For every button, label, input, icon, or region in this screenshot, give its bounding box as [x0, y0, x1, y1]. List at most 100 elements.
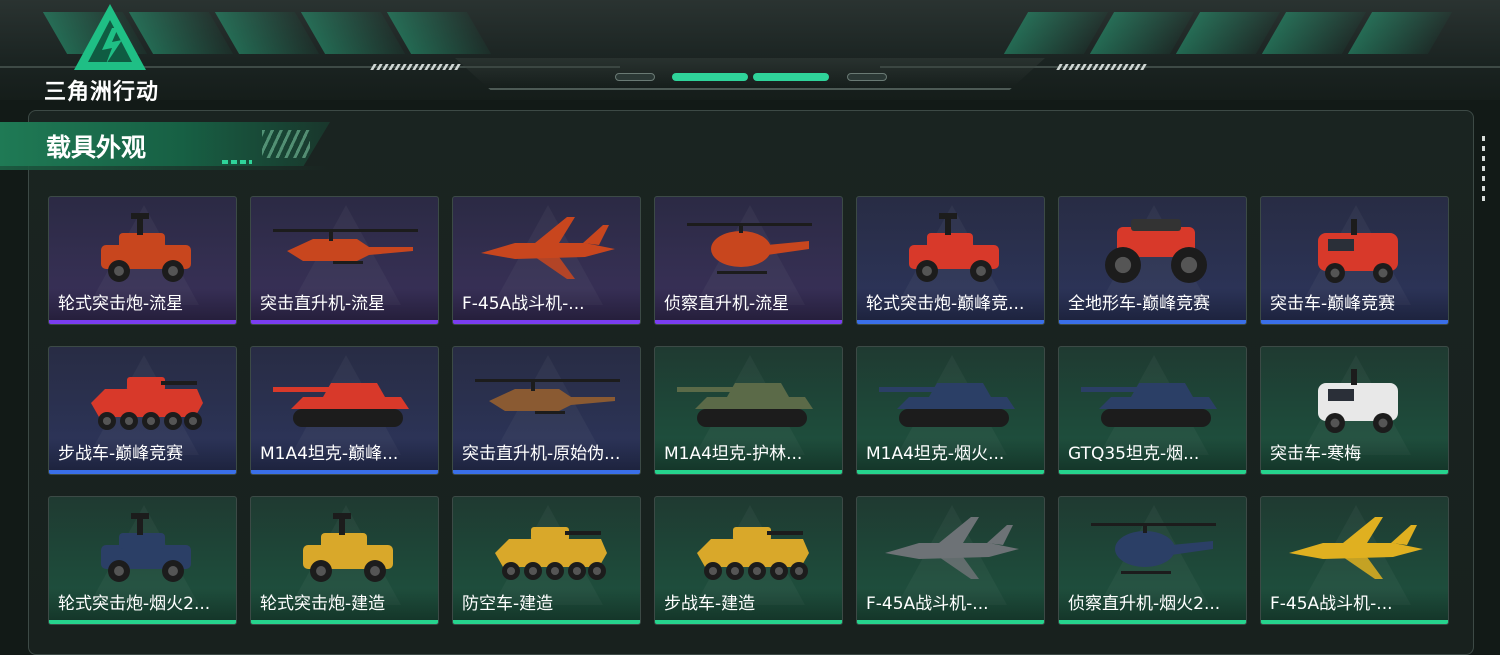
skin-card-label: 侦察直升机-烟火2...: [1059, 588, 1246, 620]
skin-card[interactable]: 步战车-巅峰竞赛: [48, 346, 237, 475]
header-center-frame: [455, 58, 1045, 90]
skin-card-label: 轮式突击炮-烟火2...: [49, 588, 236, 620]
wheeled-assault-gun-icon: [101, 513, 191, 582]
header-ticks-right: [1056, 64, 1147, 70]
skin-card[interactable]: 突击直升机-流星: [250, 196, 439, 325]
skin-card[interactable]: 轮式突击炮-烟火2...: [48, 496, 237, 625]
skin-card[interactable]: 轮式突击炮-巅峰竞...: [856, 196, 1045, 325]
skin-card-label: 防空车-建造: [453, 588, 640, 620]
skin-card-label: 轮式突击炮-流星: [49, 288, 236, 320]
logo-triangle-icon: [74, 4, 146, 70]
skin-card-label: F-45A战斗机-...: [857, 588, 1044, 620]
rarity-bar: [453, 470, 640, 474]
skin-card[interactable]: 轮式突击炮-流星: [48, 196, 237, 325]
rarity-bar: [857, 470, 1044, 474]
ifv-icon: [697, 527, 809, 580]
skin-card-label: 步战车-巅峰竞赛: [49, 438, 236, 470]
skin-card[interactable]: 步战车-建造: [654, 496, 843, 625]
header-stripes-right: [1003, 12, 1453, 54]
page-indicator-1[interactable]: [615, 73, 655, 81]
assault-vehicle-icon: [1318, 369, 1398, 433]
rarity-bar: [655, 620, 842, 624]
skin-card-label: M1A4坦克-护林...: [655, 438, 842, 470]
skin-card[interactable]: 侦察直升机-烟火2...: [1058, 496, 1247, 625]
rarity-bar: [453, 320, 640, 324]
fighter-jet-icon: [885, 517, 1019, 579]
title-accent: [222, 160, 252, 164]
wheeled-assault-gun-icon: [101, 213, 191, 282]
section-title: 载具外观: [46, 133, 147, 162]
fighter-jet-icon: [1289, 517, 1423, 579]
rarity-bar: [49, 620, 236, 624]
skin-card[interactable]: 突击直升机-原始伪...: [452, 346, 641, 475]
skin-card-label: 侦察直升机-流星: [655, 288, 842, 320]
game-logo: 三角洲行动: [44, 2, 172, 105]
rarity-bar: [49, 320, 236, 324]
skin-card[interactable]: 轮式突击炮-建造: [250, 496, 439, 625]
page-indicator-2[interactable]: [672, 73, 748, 81]
top-header: [0, 0, 1500, 100]
scroll-indicator[interactable]: [1482, 136, 1485, 201]
tank-icon: [879, 383, 1015, 427]
ifv-icon: [495, 527, 607, 580]
skin-card[interactable]: 突击车-巅峰竞赛: [1260, 196, 1449, 325]
skin-card[interactable]: 侦察直升机-流星: [654, 196, 843, 325]
rarity-bar: [1059, 320, 1246, 324]
attack-helicopter-icon: [273, 229, 418, 264]
skin-card-label: F-45A战斗机-...: [1261, 588, 1448, 620]
skin-card-label: M1A4坦克-巅峰...: [251, 438, 438, 470]
rarity-bar: [453, 620, 640, 624]
attack-helicopter-icon: [475, 379, 620, 414]
wheeled-assault-gun-icon: [303, 513, 393, 582]
fighter-jet-icon: [481, 217, 615, 279]
tank-icon: [677, 383, 813, 427]
rarity-bar: [1059, 620, 1246, 624]
rarity-bar: [1261, 470, 1448, 474]
skin-card-label: GTQ35坦克-烟...: [1059, 438, 1246, 470]
skin-card[interactable]: M1A4坦克-护林...: [654, 346, 843, 475]
skin-card-label: 突击车-寒梅: [1261, 438, 1448, 470]
rarity-bar: [857, 620, 1044, 624]
rarity-bar: [251, 620, 438, 624]
tank-icon: [273, 383, 409, 427]
skin-card-label: 步战车-建造: [655, 588, 842, 620]
header-ticks-left: [370, 64, 461, 70]
scout-helicopter-icon: [687, 223, 812, 274]
skin-card-label: 全地形车-巅峰竞赛: [1059, 288, 1246, 320]
skin-card[interactable]: F-45A战斗机-...: [856, 496, 1045, 625]
skin-card[interactable]: F-45A战斗机-...: [1260, 496, 1449, 625]
skin-card[interactable]: M1A4坦克-烟火...: [856, 346, 1045, 475]
page-indicator-3[interactable]: [753, 73, 829, 81]
wheeled-assault-gun-icon: [909, 213, 999, 282]
skin-card-label: F-45A战斗机-...: [453, 288, 640, 320]
rarity-bar: [251, 320, 438, 324]
skin-card[interactable]: GTQ35坦克-烟...: [1058, 346, 1247, 475]
scout-helicopter-icon: [1091, 523, 1216, 574]
skin-card[interactable]: 突击车-寒梅: [1260, 346, 1449, 475]
skin-grid: 轮式突击炮-流星 突击直升机-流星 F-45A战斗机-... 侦察直升机-流星 轮式突击…: [48, 196, 1449, 625]
tank-icon: [1081, 383, 1217, 427]
assault-vehicle-icon: [1318, 219, 1398, 283]
skin-card[interactable]: 全地形车-巅峰竞赛: [1058, 196, 1247, 325]
skin-card-label: 轮式突击炮-建造: [251, 588, 438, 620]
skin-card-label: 突击车-巅峰竞赛: [1261, 288, 1448, 320]
skin-card[interactable]: M1A4坦克-巅峰...: [250, 346, 439, 475]
skin-card-label: M1A4坦克-烟火...: [857, 438, 1044, 470]
rarity-bar: [1059, 470, 1246, 474]
skin-card-label: 突击直升机-流星: [251, 288, 438, 320]
page-indicator-4[interactable]: [847, 73, 887, 81]
rarity-bar: [655, 470, 842, 474]
rarity-bar: [1261, 320, 1448, 324]
rarity-bar: [857, 320, 1044, 324]
ifv-icon: [91, 377, 203, 430]
rarity-bar: [251, 470, 438, 474]
skin-card-label: 轮式突击炮-巅峰竞...: [857, 288, 1044, 320]
rarity-bar: [49, 470, 236, 474]
title-underline: [0, 166, 330, 170]
logo-text: 三角洲行动: [44, 80, 160, 105]
skin-card[interactable]: F-45A战斗机-...: [452, 196, 641, 325]
skin-card-label: 突击直升机-原始伪...: [453, 438, 640, 470]
rarity-bar: [655, 320, 842, 324]
skin-card[interactable]: 防空车-建造: [452, 496, 641, 625]
atv-icon: [1105, 219, 1207, 283]
